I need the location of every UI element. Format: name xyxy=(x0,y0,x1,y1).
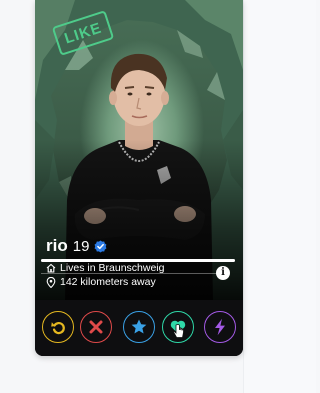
nope-button[interactable] xyxy=(80,311,112,343)
boost-button[interactable] xyxy=(204,311,236,343)
verified-badge-icon xyxy=(94,240,107,253)
location-pin-icon xyxy=(46,276,56,288)
close-icon xyxy=(89,320,103,334)
distance-text: 142 kilometers away xyxy=(60,276,156,288)
profile-photo: LIKE rio 19 Lives in Braunschweig 142 ki… xyxy=(35,0,243,300)
profile-card[interactable]: LIKE rio 19 Lives in Braunschweig 142 ki… xyxy=(35,0,243,356)
name-row: rio 19 xyxy=(46,236,107,256)
side-panel xyxy=(243,0,316,393)
star-icon xyxy=(131,319,147,334)
action-bar xyxy=(35,300,243,356)
profile-name: rio xyxy=(46,236,68,255)
distance-row: 142 kilometers away xyxy=(46,276,156,288)
info-divider xyxy=(41,273,217,274)
profile-age: 19 xyxy=(72,238,90,255)
home-icon xyxy=(46,263,56,273)
super-like-button[interactable] xyxy=(123,311,155,343)
rewind-icon xyxy=(51,321,65,335)
rewind-button[interactable] xyxy=(42,311,74,343)
lightning-icon xyxy=(215,318,225,336)
open-profile-info-button[interactable]: i xyxy=(216,266,230,280)
mouse-pointer-icon xyxy=(173,324,184,338)
